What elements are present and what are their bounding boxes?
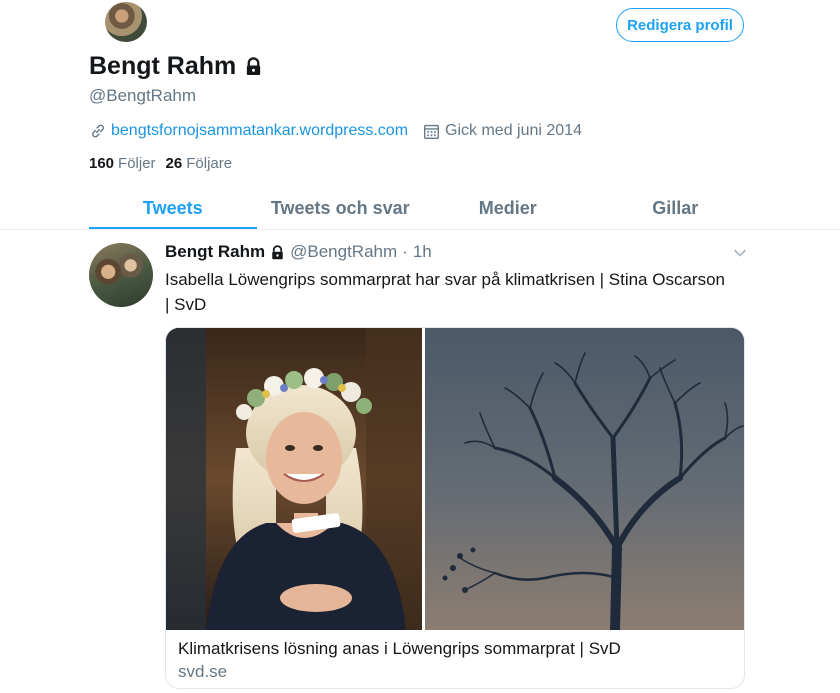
following-label: Följer	[118, 155, 156, 172]
lock-icon	[272, 244, 283, 259]
website-text: bengtsfornojsammatankar.wordpress.com	[111, 122, 409, 139]
tweet-header: Bengt Rahm @BengtRahm · 1h	[165, 242, 432, 262]
card-image-tree	[425, 328, 744, 630]
followers-label: Följare	[186, 155, 233, 172]
tweet-separator: ·	[402, 242, 408, 261]
tabs-divider	[0, 229, 840, 230]
link-icon	[92, 124, 104, 138]
chevron-down-icon[interactable]	[733, 246, 747, 260]
lock-icon	[247, 57, 261, 76]
following-count: 160	[89, 155, 115, 172]
followers-stat[interactable]: 26 Följare	[166, 155, 233, 172]
edit-profile-button[interactable]: Redigera profil	[616, 8, 744, 42]
tab-tweets-and-replies[interactable]: Tweets och svar	[257, 188, 425, 229]
tweet-time[interactable]: 1h	[413, 242, 432, 262]
website-link[interactable]: bengtsfornojsammatankar.wordpress.com	[89, 122, 408, 140]
card-image-portrait	[166, 328, 422, 630]
profile-tabs: Tweets Tweets och svar Medier Gillar	[89, 188, 759, 229]
card-title: Klimatkrisens lösning anas i Löwengrips …	[178, 639, 621, 658]
tweet-author-name[interactable]: Bengt Rahm	[165, 242, 265, 262]
joined-text: Gick med juni 2014	[445, 122, 582, 139]
profile-meta: bengtsfornojsammatankar.wordpress.com Gi…	[89, 122, 582, 140]
tab-tweets[interactable]: Tweets	[89, 188, 257, 229]
followers-count: 26	[165, 155, 183, 172]
following-stat[interactable]: 160 Följer	[89, 155, 156, 172]
joined-date: Gick med juni 2014	[423, 122, 582, 140]
tab-media[interactable]: Medier	[424, 188, 592, 229]
tweet-author-avatar[interactable]	[89, 243, 153, 307]
tab-likes[interactable]: Gillar	[592, 188, 760, 229]
link-card[interactable]: Klimatkrisens lösning anas i Löwengrips …	[165, 327, 745, 689]
profile-stats: 160 Följer 26 Följare	[89, 155, 232, 172]
profile-handle: @BengtRahm	[89, 86, 197, 105]
tweet-text: Isabella Löwengrips sommarprat har svar …	[165, 270, 725, 314]
tweet-author-handle[interactable]: @BengtRahm	[290, 242, 397, 262]
card-domain: svd.se	[178, 662, 228, 681]
display-name-text: Bengt Rahm	[89, 52, 237, 80]
calendar-icon	[424, 124, 440, 139]
profile-display-name: Bengt Rahm	[89, 52, 263, 81]
profile-avatar[interactable]	[103, 0, 149, 44]
